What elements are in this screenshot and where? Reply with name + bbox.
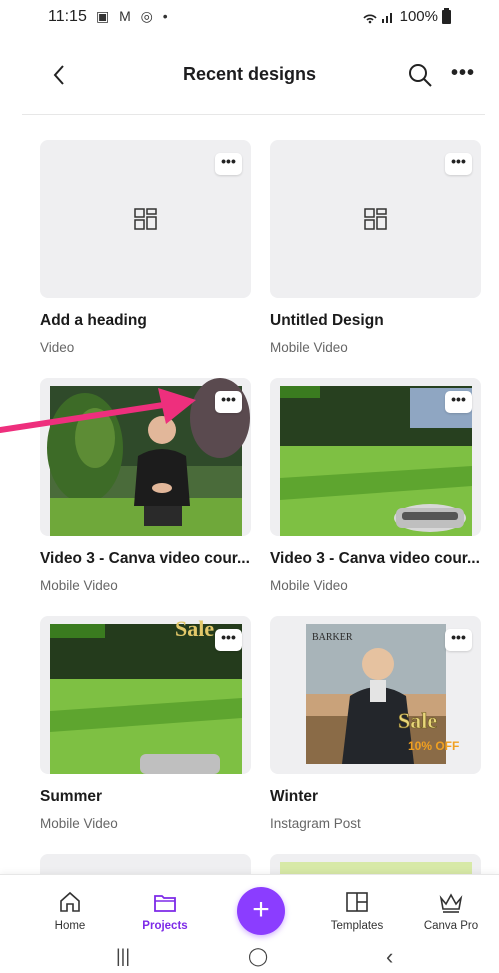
battery-percent: 100% [399, 8, 438, 25]
nav-home[interactable]: Home [30, 889, 110, 932]
design-type: Mobile Video [270, 340, 348, 355]
recents-button[interactable]: ||| [116, 946, 130, 967]
header-divider [22, 114, 485, 115]
design-title: Video 3 - Canva video cour... [270, 550, 480, 567]
design-thumbnail[interactable]: BARKER Sale 10% OFF ••• [270, 616, 481, 774]
design-type: Instagram Post [270, 816, 361, 831]
design-thumbnail[interactable]: ••• [40, 140, 251, 298]
home-icon [60, 891, 80, 912]
design-thumbnail[interactable]: ••• [270, 140, 481, 298]
home-system-button[interactable]: ◯ [248, 946, 268, 967]
design-card[interactable]: BARKER Sale 10% OFF ••• Winter Instagram… [270, 616, 481, 831]
search-icon [409, 64, 432, 87]
nav-home-label: Home [54, 920, 86, 932]
nav-canva-pro-label: Canva Pro [423, 920, 479, 932]
nav-projects-label: Projects [142, 920, 188, 932]
design-title: Untitled Design [270, 312, 384, 329]
annotation-arrow [0, 388, 196, 433]
sale-text: Sale [398, 708, 437, 733]
grid-placeholder-icon [134, 208, 157, 230]
create-design-button[interactable]: + [237, 887, 285, 935]
back-system-button[interactable]: ‹ [386, 944, 393, 970]
design-type: Mobile Video [40, 816, 118, 831]
crown-icon [439, 893, 463, 913]
design-card[interactable]: ••• Untitled Design Mobile Video [270, 140, 481, 355]
design-card[interactable]: Sale ••• Summer Mobile Video [40, 616, 251, 831]
design-thumbnail[interactable]: ••• [270, 378, 481, 536]
sale-decor-text: Sale [175, 616, 214, 641]
design-card[interactable]: ••• Add a heading Video [40, 140, 251, 355]
card-more-button[interactable]: ••• [445, 153, 472, 175]
status-right: 100% [362, 7, 451, 25]
card-more-button[interactable]: ••• [445, 629, 472, 651]
card-more-button[interactable]: ••• [215, 629, 242, 651]
design-title: Video 3 - Canva video cour... [40, 550, 250, 567]
templates-icon [346, 892, 368, 912]
design-type: Mobile Video [40, 578, 118, 593]
design-type: Mobile Video [270, 578, 348, 593]
signal-icon [363, 12, 392, 23]
card-more-button[interactable]: ••• [445, 391, 472, 413]
design-title: Add a heading [40, 312, 147, 329]
screen: 11:15 ▣ M ◎ • 100% Recent designs ••• ••… [0, 0, 499, 973]
design-type: Video [40, 340, 75, 355]
nav-canva-pro[interactable]: Canva Pro [411, 889, 491, 932]
status-bar: 11:15 ▣ M ◎ • 100% [0, 0, 499, 38]
search-button[interactable] [407, 62, 435, 90]
design-title: Summer [40, 788, 103, 805]
design-thumbnail[interactable]: Sale ••• [40, 616, 251, 774]
discount-text: 10% OFF [408, 739, 459, 753]
bottom-navigation: Home Projects + Templates Canva Pro [0, 874, 499, 946]
notification-icons: ▣ M ◎ • [96, 8, 171, 24]
status-time: 11:15 [48, 8, 87, 25]
app-header: Recent designs ••• [0, 44, 499, 108]
battery-icon [442, 7, 451, 24]
card-more-button[interactable]: ••• [215, 153, 242, 175]
design-card[interactable]: ••• Video 3 - Canva video cour... Mobile… [270, 378, 481, 593]
nav-projects[interactable]: Projects [125, 889, 205, 932]
system-navigation: ||| ◯ ‹ [0, 944, 499, 973]
card-more-button[interactable]: ••• [215, 391, 242, 413]
folder-icon [154, 895, 176, 912]
design-title: Winter [270, 788, 319, 805]
more-options-button[interactable]: ••• [449, 62, 477, 90]
nav-templates[interactable]: Templates [317, 889, 397, 932]
brand-text: BARKER [312, 632, 353, 643]
grid-placeholder-icon [364, 208, 387, 230]
nav-templates-label: Templates [330, 920, 384, 932]
more-icon: ••• [450, 62, 475, 84]
